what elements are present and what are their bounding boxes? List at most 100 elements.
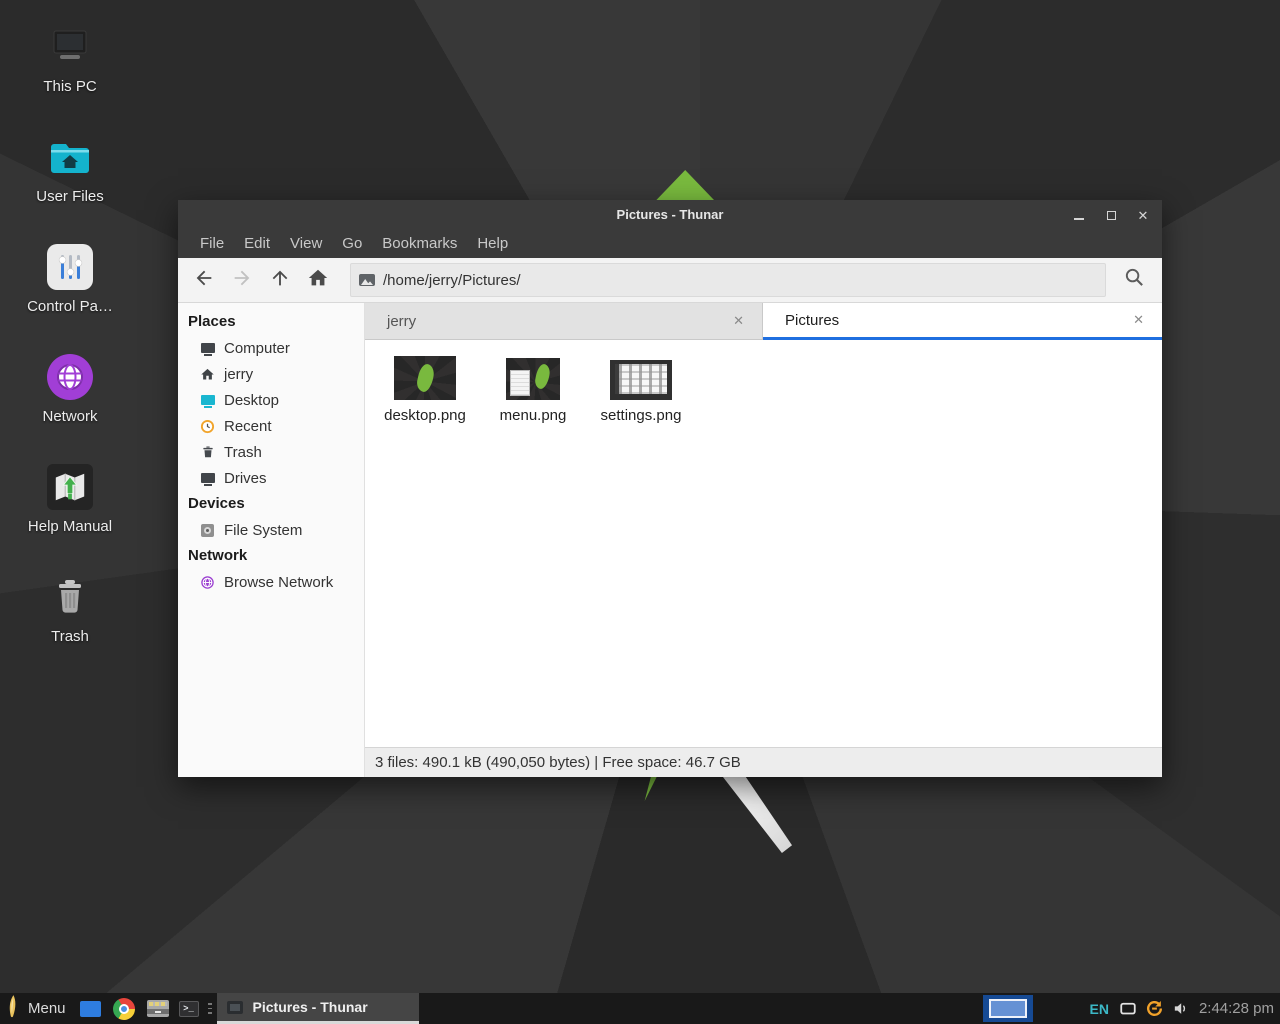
desktop-icon-label: Trash: [18, 628, 122, 645]
home-icon: [307, 267, 329, 294]
terminal-icon[interactable]: >_: [179, 1001, 199, 1017]
desktop-icon-network[interactable]: Network: [18, 352, 122, 430]
thunar-window-icon: [227, 1001, 243, 1014]
sidebar-item-drives[interactable]: Drives: [178, 465, 364, 491]
recent-clock-icon: [199, 418, 216, 435]
menu-go[interactable]: Go: [332, 230, 372, 258]
menu-view[interactable]: View: [280, 230, 332, 258]
file-name: desktop.png: [384, 407, 466, 424]
window-sidebar: Places Computer jerry Desktop: [178, 303, 365, 777]
taskbar-window-button[interactable]: Pictures - Thunar: [217, 993, 419, 1024]
workspace-switcher[interactable]: [983, 995, 1033, 1022]
thunar-window: Pictures - Thunar ✕ File Edit View Go Bo…: [178, 200, 1162, 777]
tab-bar: jerry ✕ Pictures ✕: [365, 303, 1162, 340]
back-arrow-icon: [193, 267, 215, 294]
wallpaper-logo-bottom-green-fragment: [641, 775, 667, 801]
tab-close-icon[interactable]: ✕: [1129, 310, 1148, 330]
wallpaper-logo-feather-fragment: [720, 775, 792, 853]
home-icon: [199, 366, 216, 383]
desktop-icon-user-files[interactable]: User Files: [18, 132, 122, 210]
tab-close-icon[interactable]: ✕: [729, 311, 748, 331]
sidebar-item-recent[interactable]: Recent: [178, 413, 364, 439]
file-manager-icon[interactable]: [147, 1000, 169, 1017]
forward-button[interactable]: [224, 262, 260, 298]
tab-jerry[interactable]: jerry ✕: [365, 303, 763, 340]
sidebar-header-network: Network: [178, 543, 364, 569]
home-folder-icon: [18, 132, 122, 182]
status-text: 3 files: 490.1 kB (490,050 bytes) | Free…: [375, 754, 741, 771]
file-thumbnail: [610, 350, 672, 400]
wallpaper-logo-top-fragment: [650, 170, 714, 200]
sidebar-header-devices: Devices: [178, 491, 364, 517]
path-input[interactable]: [383, 272, 1097, 289]
network-globe-icon: [18, 352, 122, 402]
window-titlebar[interactable]: Pictures - Thunar ✕: [178, 200, 1162, 230]
desktop-icon-this-pc[interactable]: This PC: [18, 22, 122, 100]
status-bar: 3 files: 490.1 kB (490,050 bytes) | Free…: [365, 747, 1162, 777]
trash-can-icon: [18, 572, 122, 622]
computer-icon: [199, 340, 216, 357]
close-button[interactable]: ✕: [1132, 204, 1154, 226]
menu-bookmarks[interactable]: Bookmarks: [372, 230, 467, 258]
file-view[interactable]: desktop.png menu.png settings.png: [365, 340, 1162, 747]
trash-icon: [199, 444, 216, 461]
desktop-icon-label: Help Manual: [18, 518, 122, 535]
menu-help[interactable]: Help: [467, 230, 518, 258]
feather-logo-icon: [6, 994, 20, 1024]
file-thumbnail: [394, 350, 456, 400]
sidebar-item-computer[interactable]: Computer: [178, 335, 364, 361]
display-tray-icon[interactable]: [1119, 1000, 1137, 1018]
desktop-icon-label: Network: [18, 408, 122, 425]
sidebar-item-file-system[interactable]: File System: [178, 517, 364, 543]
file-thumbnail: [506, 350, 560, 400]
menu-edit[interactable]: Edit: [234, 230, 280, 258]
home-button[interactable]: [300, 262, 336, 298]
sidebar-item-trash[interactable]: Trash: [178, 439, 364, 465]
taskbar: Menu >_ Pictures - Thunar EN: [0, 993, 1280, 1024]
show-desktop-icon[interactable]: [80, 1001, 101, 1017]
window-menubar: File Edit View Go Bookmarks Help: [178, 230, 1162, 258]
maximize-button[interactable]: [1100, 204, 1122, 226]
back-button[interactable]: [186, 262, 222, 298]
clock[interactable]: 2:44:28 pm: [1199, 1000, 1274, 1017]
file-desktop-png[interactable]: desktop.png: [375, 350, 475, 424]
sidebar-item-browse-network[interactable]: Browse Network: [178, 569, 364, 595]
volume-tray-icon[interactable]: [1172, 1000, 1189, 1017]
forward-arrow-icon: [231, 267, 253, 294]
drives-icon: [199, 470, 216, 487]
network-globe-icon: [199, 574, 216, 591]
menu-button[interactable]: [6, 994, 20, 1024]
desktop-icon: [199, 392, 216, 409]
search-button[interactable]: [1116, 262, 1152, 298]
tab-pictures[interactable]: Pictures ✕: [763, 303, 1162, 340]
sidebar-item-home[interactable]: jerry: [178, 361, 364, 387]
help-manual-icon: [18, 462, 122, 512]
up-button[interactable]: [262, 262, 298, 298]
desktop-icon-trash[interactable]: Trash: [18, 572, 122, 650]
desktop-icon-label: This PC: [18, 78, 122, 95]
sidebar-header-places: Places: [178, 309, 364, 335]
window-list-handle[interactable]: [208, 1003, 212, 1014]
desktop-icon-control-panel[interactable]: Control Pa…: [18, 242, 122, 320]
menu-file[interactable]: File: [190, 230, 234, 258]
file-name: settings.png: [601, 407, 682, 424]
chrome-browser-icon[interactable]: [113, 998, 135, 1020]
desktop-icon-label: Control Pa…: [18, 298, 122, 315]
sidebar-item-desktop[interactable]: Desktop: [178, 387, 364, 413]
file-menu-png[interactable]: menu.png: [483, 350, 583, 424]
desktop-icon-help-manual[interactable]: Help Manual: [18, 462, 122, 540]
image-folder-icon: [359, 274, 375, 286]
minimize-button[interactable]: [1068, 204, 1090, 226]
path-bar[interactable]: [350, 263, 1106, 297]
menu-button-label[interactable]: Menu: [28, 1000, 66, 1017]
window-title: Pictures - Thunar: [178, 200, 1162, 230]
hard-drive-icon: [199, 522, 216, 539]
control-panel-icon: [18, 242, 122, 292]
update-manager-tray-icon[interactable]: [1145, 999, 1164, 1018]
keyboard-layout-indicator[interactable]: EN: [1089, 1001, 1108, 1017]
file-settings-png[interactable]: settings.png: [591, 350, 691, 424]
laptop-icon: [18, 22, 122, 72]
up-arrow-icon: [269, 267, 291, 294]
search-icon: [1123, 266, 1146, 294]
desktop-wallpaper: This PC User Files: [0, 0, 1280, 1024]
